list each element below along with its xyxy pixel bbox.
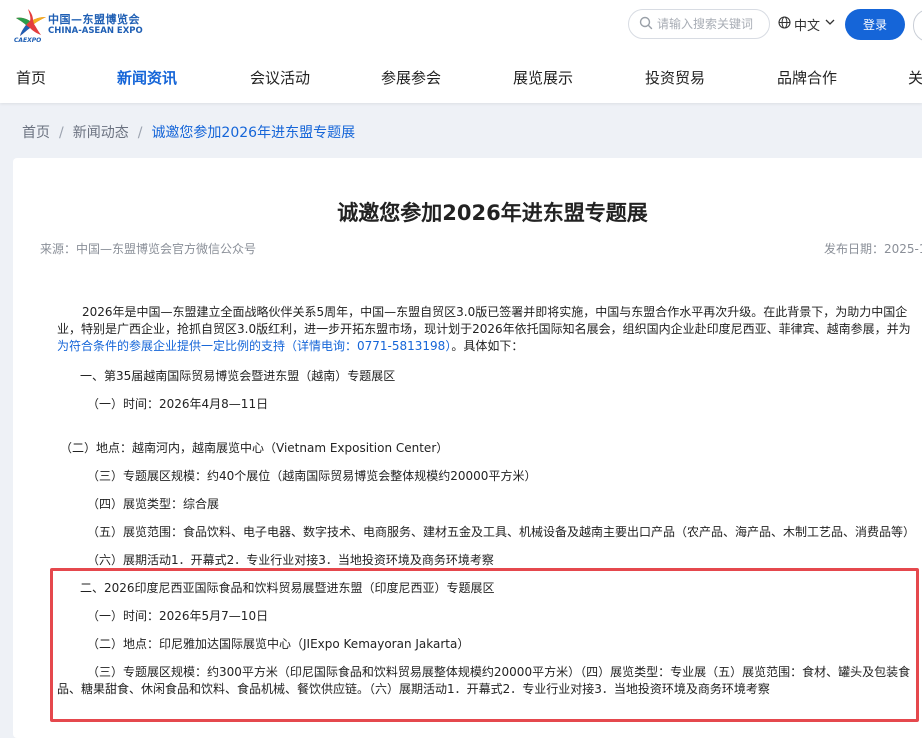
section1-activities: （六）展期活动1．开幕式2．专业行业对接3．当地投资环境及商务环境考察 bbox=[87, 553, 494, 567]
register-button[interactable] bbox=[913, 9, 922, 42]
logo-english-name: CHINA-ASEAN EXPO bbox=[48, 26, 143, 36]
breadcrumb-home[interactable]: 首页 bbox=[22, 125, 50, 141]
intro-highlight-link[interactable]: 为符合条件的参展企业提供一定比例的支持（详情电询：0771-5813198） bbox=[57, 339, 451, 353]
breadcrumb-separator: / bbox=[137, 125, 143, 141]
nav-item-exhibit[interactable]: 参展参会 bbox=[381, 67, 441, 88]
logo-abbrev: CAEXPO bbox=[14, 37, 42, 44]
article-intro: 2026年是中国—东盟建立全面战略伙伴关系5周年，中国—东盟自贸区3.0版已签署… bbox=[57, 304, 917, 355]
section1-scale: （三）专题展区规模：约40个展位（越南国际贸易博览会整体规模约20000平方米） bbox=[87, 469, 537, 483]
highlight-annotation-box bbox=[50, 568, 919, 722]
breadcrumb-separator: / bbox=[59, 125, 64, 141]
section1-location: （二）地点：越南河内，越南展览中心（Vietnam Exposition Cen… bbox=[60, 441, 449, 455]
caexpo-logo[interactable]: 中国—东盟博览会 CHINA-ASEAN EXPO CAEXPO bbox=[12, 6, 143, 46]
nav-item-investment[interactable]: 投资贸易 bbox=[645, 67, 705, 88]
site-header: 中国—东盟博览会 CHINA-ASEAN EXPO CAEXPO 中文 登录 首… bbox=[0, 0, 922, 103]
article-publish-date: 发布日期：2025-1 bbox=[824, 242, 922, 256]
section1-heading: 一、第35届越南国际贸易博览会暨进东盟（越南）专题展区 bbox=[80, 369, 396, 383]
section1-time: （一）时间：2026年4月8—11日 bbox=[87, 397, 269, 411]
main-nav: 首页 新闻资讯 会议活动 参展参会 展览展示 投资贸易 品牌合作 关 bbox=[0, 60, 922, 94]
breadcrumb: 首页 / 新闻动态 / 诚邀您参加2026年进东盟专题展 bbox=[22, 122, 355, 142]
language-label: 中文 bbox=[794, 19, 821, 34]
nav-item-events[interactable]: 会议活动 bbox=[250, 67, 310, 88]
intro-text: 2026年是中国—东盟建立全面战略伙伴关系5周年，中国—东盟自贸区3.0版已签署… bbox=[57, 305, 911, 336]
nav-item-about[interactable]: 关 bbox=[908, 67, 922, 88]
logo-chinese-name: 中国—东盟博览会 bbox=[48, 13, 140, 26]
search-box[interactable] bbox=[628, 9, 770, 39]
globe-icon bbox=[778, 16, 791, 29]
search-icon[interactable] bbox=[639, 16, 653, 30]
section1-type: （四）展览类型：综合展 bbox=[87, 497, 220, 511]
article-source: 来源：中国—东盟博览会官方微信公众号 bbox=[40, 242, 257, 256]
logo-star-icon bbox=[16, 9, 46, 36]
search-input[interactable] bbox=[655, 13, 763, 35]
breadcrumb-current: 诚邀您参加2026年进东盟专题展 bbox=[151, 125, 356, 141]
login-button[interactable]: 登录 bbox=[845, 9, 905, 40]
section1-scope: （五）展览范围：食品饮料、电子电器、数字技术、电商服务、建材五金及工具、机械设备… bbox=[87, 525, 916, 539]
intro-text-end: 。具体如下： bbox=[451, 339, 524, 353]
nav-item-home[interactable]: 首页 bbox=[16, 67, 46, 88]
nav-item-news[interactable]: 新闻资讯 bbox=[117, 67, 177, 88]
nav-item-brand[interactable]: 品牌合作 bbox=[777, 67, 837, 88]
article-title: 诚邀您参加2026年进东盟专题展 bbox=[337, 201, 648, 225]
chevron-down-icon bbox=[825, 19, 835, 25]
breadcrumb-section[interactable]: 新闻动态 bbox=[73, 125, 129, 141]
nav-item-exhibition[interactable]: 展览展示 bbox=[513, 67, 573, 88]
